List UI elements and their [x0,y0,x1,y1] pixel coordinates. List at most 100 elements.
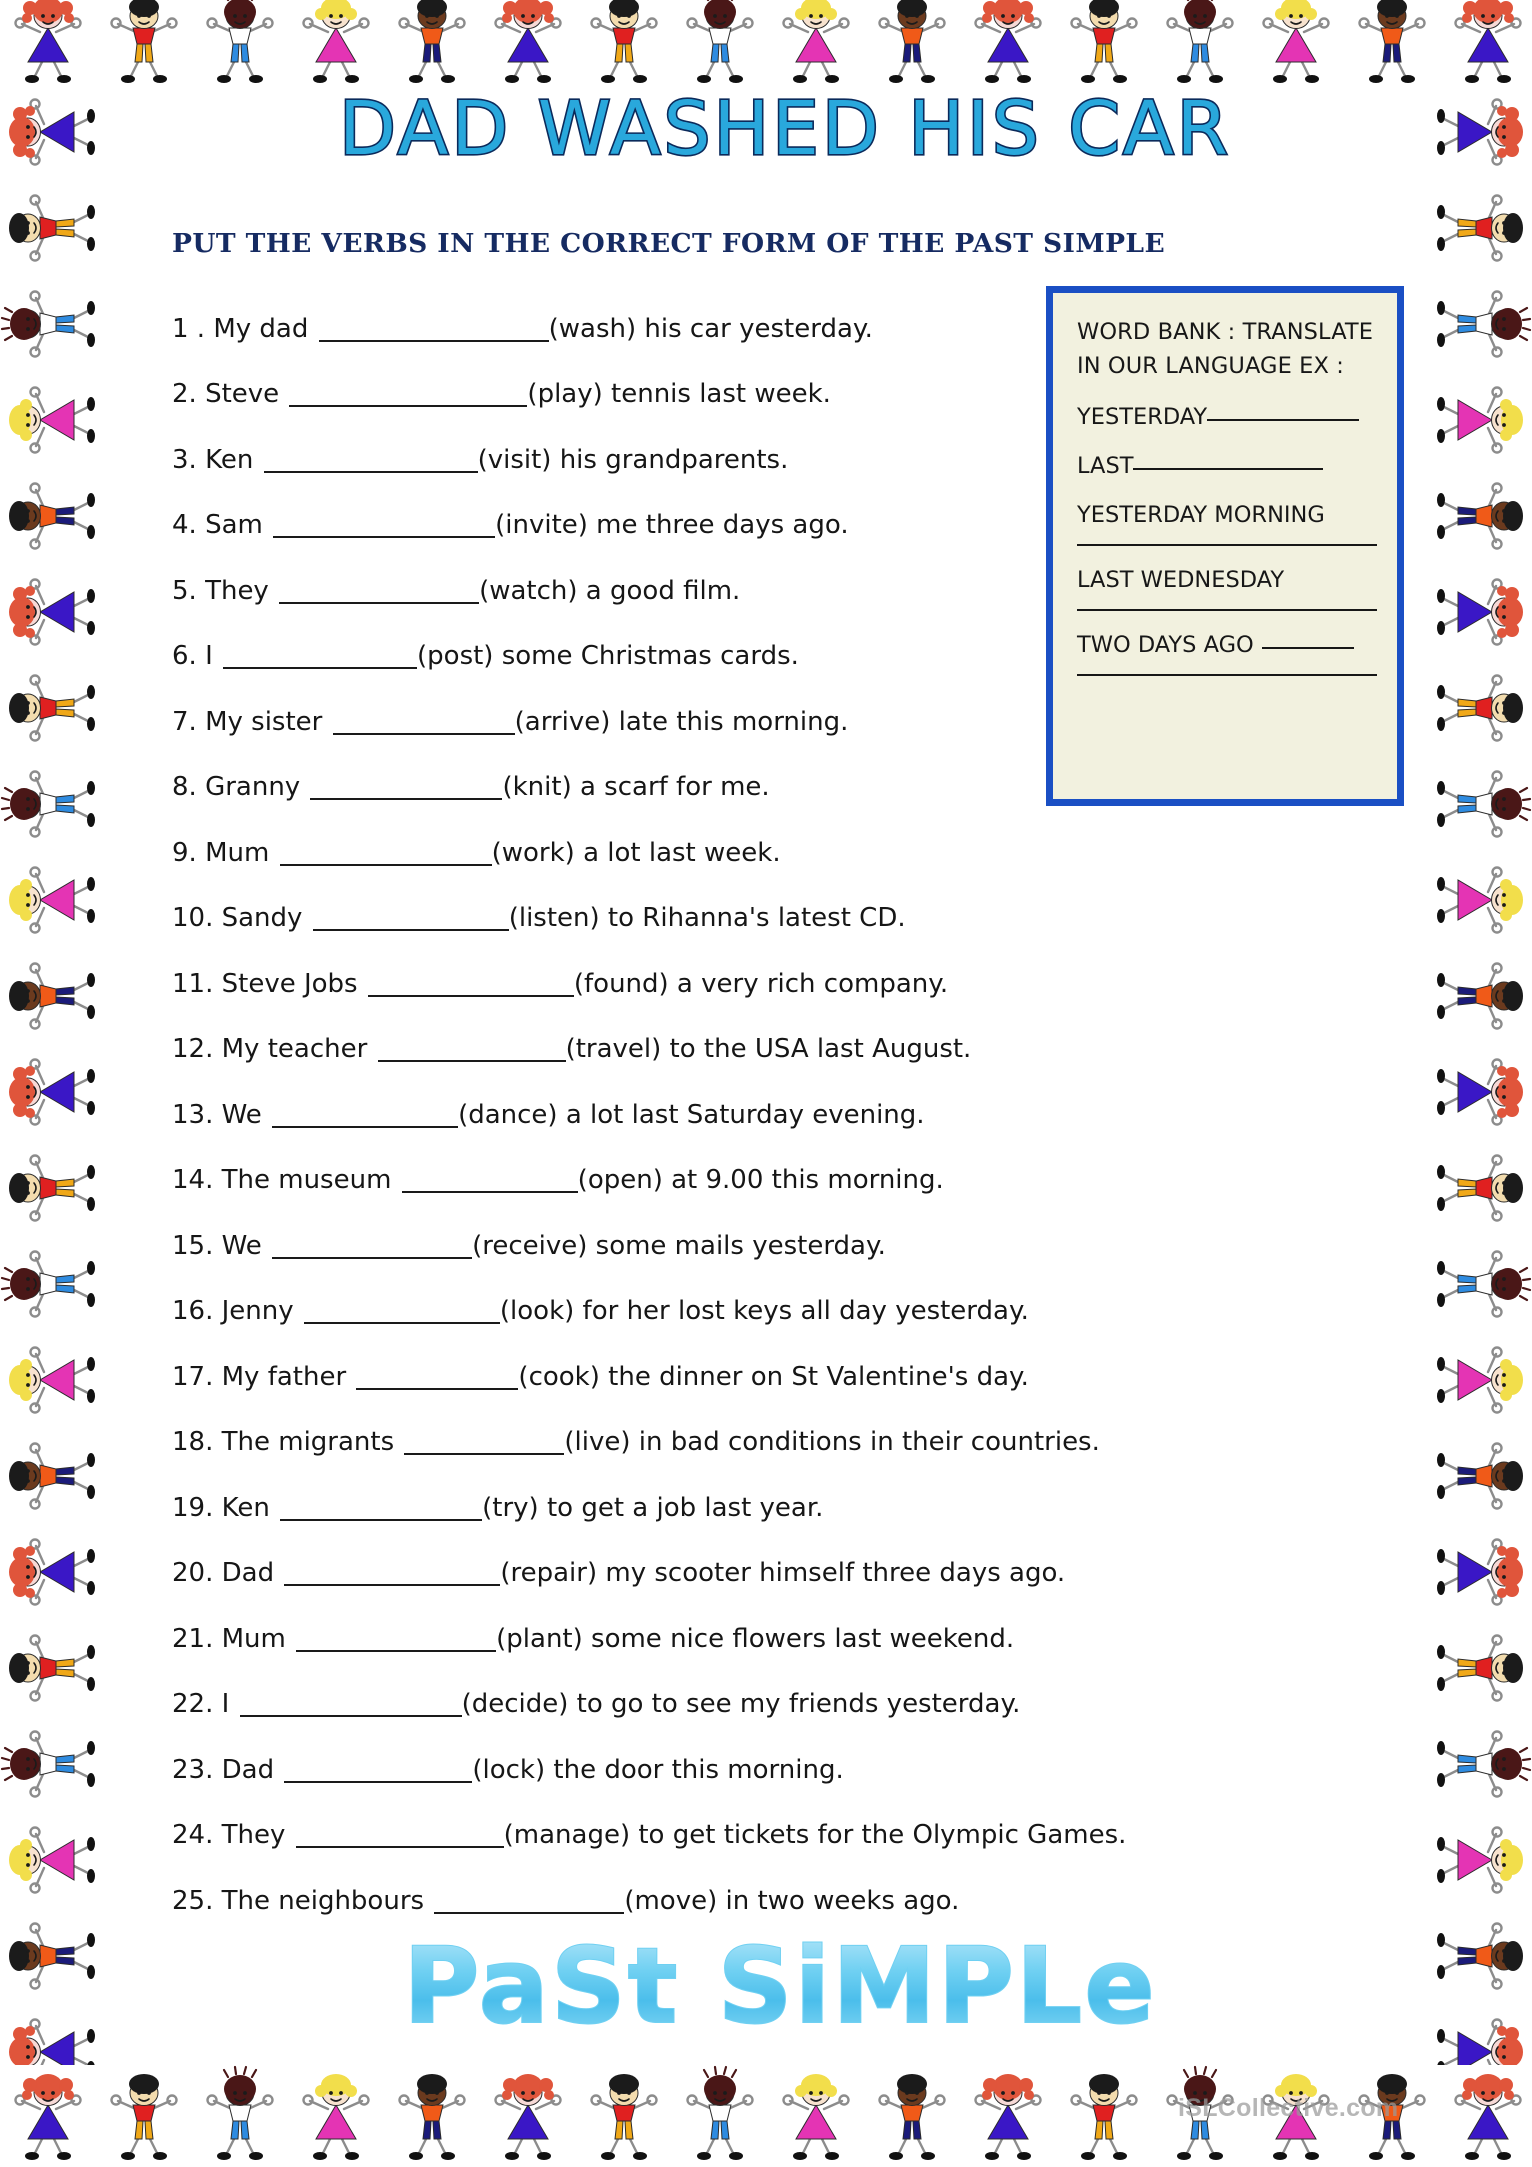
exercise-subject: Ken [196,444,262,475]
border-figure-girl-red-pigtails-blue-dress [480,0,576,84]
answer-blank[interactable] [289,381,528,408]
answer-blank[interactable] [272,1102,459,1128]
answer-blank[interactable] [312,905,509,932]
exercise-remainder: (lock) the door this morning. [472,1754,844,1785]
exercise-subject: The neighbours [213,1885,433,1916]
exercise-number: 3. [172,444,197,475]
border-figure-girl-red-pigtails-blue-dress [0,564,96,660]
exercise-subject: Dad [213,1558,283,1589]
exercise-remainder: (live) in bad conditions in their countr… [564,1427,1100,1458]
exercise-number: 13. [172,1099,214,1130]
border-figure-child-dark-hair-blue-shorts [0,756,96,852]
border-figure-girl-blonde-pink-dress [0,372,96,468]
border-figure-child-dark-hair-blue-shorts [1436,276,1532,372]
answer-blank[interactable] [273,512,496,539]
exercise-line: 13. We (dance) a lot last Saturday eveni… [172,1082,1422,1148]
answer-blank[interactable] [401,1167,578,1194]
exercise-remainder: (post) some Christmas cards. [417,641,799,672]
border-figure-child-dark-hair-blue-shorts [0,1236,96,1332]
border-figure-girl-red-pigtails-blue-dress [1436,1524,1532,1620]
border-figure-girl-red-pigtails-blue-dress [0,1044,96,1140]
border-figure-child-dark-hair-blue-shorts [1436,1716,1532,1812]
answer-blank[interactable] [284,1560,501,1587]
answer-blank[interactable] [377,1036,566,1063]
exercise-number: 18. [172,1427,214,1458]
border-figure-girl-blonde-pink-dress [1436,372,1532,468]
exercise-number: 5. [172,575,197,606]
word-bank-answer-blank[interactable] [1077,609,1377,611]
exercise-remainder: (open) at 9.00 this morning. [577,1165,944,1196]
exercise-subject: My sister [196,706,331,737]
border-figure-boy-black-hair-red-shirt [576,0,672,84]
exercise-number: 24. [172,1820,214,1851]
answer-blank[interactable] [310,774,503,801]
exercise-number: 20. [172,1558,214,1589]
exercise-subject: I [213,1689,238,1720]
answer-blank[interactable] [356,1364,519,1390]
word-bank-answer-blank[interactable] [1207,403,1360,421]
border-figure-girl-red-pigtails-blue-dress [1440,2065,1532,2161]
answer-blank[interactable] [434,1888,625,1914]
watermark: iSLCollective.com [1178,2094,1399,2122]
border-figure-girl-red-pigtails-blue-dress [1436,2004,1532,2065]
answer-blank[interactable] [280,1495,483,1521]
answer-blank[interactable] [303,1298,500,1325]
border-figure-girl-red-pigtails-blue-dress [0,1524,96,1620]
border-figure-child-dark-hair-blue-shorts [192,0,288,84]
exercise-subject: My teacher [213,1034,376,1065]
answer-blank[interactable] [296,1626,497,1652]
exercise-subject: Sam [196,510,272,541]
border-figure-boy-dark-skin-orange-shirt [0,468,96,564]
answer-blank[interactable] [263,447,478,473]
border-figure-child-dark-hair-blue-shorts [672,2065,768,2161]
border-figure-girl-blonde-pink-dress [1436,1812,1532,1908]
word-bank-entry-label: YESTERDAY MORNING [1077,502,1325,528]
answer-blank[interactable] [404,1429,565,1456]
exercise-subject: My dad [205,313,317,344]
exercise-remainder: (play) tennis last week. [527,379,831,410]
answer-blank[interactable] [223,643,418,670]
word-bank-entry-label: LAST WEDNESDAY [1077,567,1285,593]
exercise-number: 7. [172,706,197,737]
exercise-subject: The museum [213,1165,400,1196]
border-figure-girl-red-pigtails-blue-dress [1440,0,1532,84]
answer-blank[interactable] [318,316,549,342]
answer-blank[interactable] [332,709,515,735]
exercise-number: 19. [172,1492,214,1523]
footer-banner-text: PaSt SiMPLe [403,1925,1157,2047]
exercise-subject: Jenny [213,1296,302,1327]
exercise-remainder: (invite) me three days ago. [495,510,849,541]
word-bank-entry-label: YESTERDAY [1077,404,1208,430]
exercise-number: 23. [172,1754,214,1785]
word-bank-answer-blank[interactable] [1077,544,1377,546]
page-title: DAD WASHED HIS CAR [170,84,1400,173]
border-figure-boy-black-hair-red-shirt [1436,1140,1532,1236]
exercise-number: 4. [172,510,197,541]
answer-blank[interactable] [279,578,480,604]
exercise-number: 22. [172,1689,214,1720]
answer-blank[interactable] [284,1757,473,1783]
word-bank-entry: LAST WEDNESDAY [1077,565,1377,595]
border-figure-boy-dark-skin-orange-shirt [1436,948,1532,1044]
word-bank-answer-blank[interactable] [1133,452,1324,470]
exercise-subject: Steve Jobs [213,968,366,999]
exercise-line: 10. Sandy (listen) to Rihanna's latest C… [172,886,1422,952]
answer-blank[interactable] [367,971,574,997]
border-figure-girl-red-pigtails-blue-dress [960,0,1056,84]
word-bank-answer-blank[interactable] [1261,631,1354,649]
border-figure-boy-dark-skin-orange-shirt [864,0,960,84]
answer-blank[interactable] [272,1233,473,1259]
word-bank-entry: YESTERDAY MORNING [1077,500,1377,530]
word-bank-answer-blank[interactable] [1077,674,1377,676]
answer-blank[interactable] [279,840,492,866]
exercise-remainder: (look) for her lost keys all day yesterd… [499,1296,1029,1327]
answer-blank[interactable] [239,1691,462,1718]
exercise-subject: Ken [213,1492,279,1523]
border-figure-boy-dark-skin-orange-shirt [384,2065,480,2161]
answer-blank[interactable] [295,1822,504,1849]
exercise-subject: Sandy [213,903,311,934]
border-figure-girl-blonde-pink-dress [1248,0,1344,84]
exercise-line: 12. My teacher (travel) to the USA last … [172,1017,1422,1083]
border-figure-girl-red-pigtails-blue-dress [1436,1044,1532,1140]
exercise-remainder: (visit) his grandparents. [477,444,789,475]
